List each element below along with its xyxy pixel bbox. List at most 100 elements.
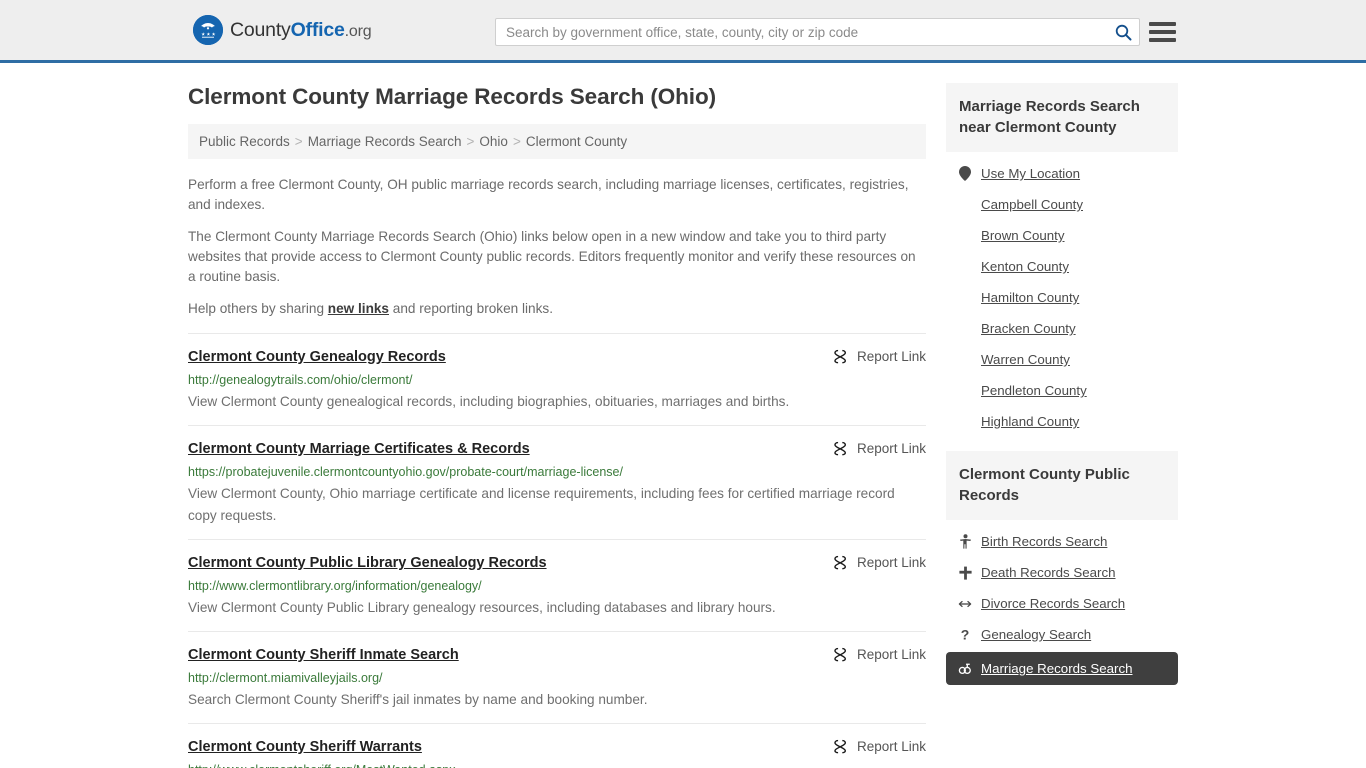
nearby-counties-card: Marriage Records Search near Clermont Co… [946, 83, 1178, 437]
hamburger-menu-icon[interactable] [1149, 19, 1176, 45]
sidebar-item-kenton-county[interactable]: Kenton County [946, 251, 1178, 282]
nearby-counties-title: Marriage Records Search near Clermont Co… [946, 83, 1178, 152]
report-link-label: Report Link [856, 441, 926, 456]
breadcrumb-item-clermont-county: Clermont County [525, 134, 628, 149]
sidebar-item-genealogy-search[interactable]: ? Genealogy Search [946, 619, 1178, 650]
result-description: View Clermont County Public Library gene… [188, 600, 776, 615]
intro-p3-before: Help others by sharing [188, 301, 328, 316]
sidebar-item-label: Birth Records Search [981, 534, 1108, 549]
sidebar-item-label: Brown County [981, 228, 1065, 243]
report-link-button[interactable]: Report Link [832, 645, 926, 663]
sidebar-item-divorce-records-search[interactable]: Divorce Records Search [946, 588, 1178, 619]
sidebar-item-label: Pendleton County [981, 383, 1087, 398]
cross-icon [958, 566, 972, 580]
result-item: Clermont County Sheriff Inmate Search Rep… [188, 631, 926, 723]
intro-paragraph-1: Perform a free Clermont County, OH publi… [188, 177, 909, 212]
sidebar-item-hamilton-county[interactable]: Hamilton County [946, 282, 1178, 313]
breadcrumb: Public Records > Marriage Records Search > O… [188, 124, 926, 159]
sidebar-item-label: Hamilton County [981, 290, 1080, 305]
result-title-link[interactable]: Clermont County Sheriff Warrants [188, 737, 422, 757]
result-title-link[interactable]: Clermont County Genealogy Records [188, 347, 446, 367]
breadcrumb-item-public-records[interactable]: Public Records [199, 134, 290, 149]
broken-link-icon [834, 441, 846, 456]
sidebar-item-brown-county[interactable]: Brown County [946, 220, 1178, 251]
sidebar-item-birth-records-search[interactable]: Birth Records Search [946, 526, 1178, 557]
eagle-logo-icon [193, 15, 223, 45]
intro-paragraph-2: The Clermont County Marriage Records Sea… [188, 229, 916, 284]
search-icon [1115, 24, 1131, 40]
menu-bar-1 [1149, 22, 1176, 26]
report-link-label: Report Link [856, 349, 926, 364]
menu-bar-3 [1149, 38, 1176, 42]
sidebar-item-pendleton-county[interactable]: Pendleton County [946, 375, 1178, 406]
intro-paragraph-3: Help others by sharing new links and rep… [188, 299, 926, 319]
public-records-card: Clermont County Public Records Birth Rec… [946, 451, 1178, 685]
sidebar-item-label: Use My Location [981, 166, 1081, 181]
result-description: View Clermont County, Ohio marriage cert… [188, 486, 895, 523]
sidebar-item-campbell-county[interactable]: Campbell County [946, 189, 1178, 220]
page-title: Clermont County Marriage Records Search … [188, 84, 716, 109]
sidebar-item-label: Kenton County [981, 259, 1069, 274]
baby-icon [959, 534, 971, 549]
sidebar-item-label: Campbell County [981, 197, 1083, 212]
question-mark-icon: ? [961, 627, 970, 642]
question-mark-icon: ? [958, 627, 972, 642]
breadcrumb-separator: > [466, 134, 475, 149]
sidebar-item-label: Bracken County [981, 321, 1076, 336]
sidebar-item-warren-county[interactable]: Warren County [946, 344, 1178, 375]
sidebar-item-label: Divorce Records Search [981, 596, 1126, 611]
intro-p3-after: and reporting broken links. [389, 301, 553, 316]
site-logo-text: CountyOffice.org [230, 19, 372, 42]
search-button[interactable] [1107, 19, 1139, 45]
result-url: http://www.clermontlibrary.org/informati… [188, 579, 482, 593]
double-arrow-icon [958, 598, 972, 610]
sidebar-item-use-my-location[interactable]: Use My Location [946, 158, 1178, 189]
sidebar-item-label: Death Records Search [981, 565, 1116, 580]
result-title-link[interactable]: Clermont County Sheriff Inmate Search [188, 645, 459, 665]
result-url: http://clermont.miamivalleyjails.org/ [188, 671, 383, 685]
report-link-button[interactable]: Report Link [832, 737, 926, 755]
report-link-button[interactable]: Report Link [832, 347, 926, 365]
search-input[interactable] [496, 19, 1107, 45]
result-item: Clermont County Marriage Certificates & … [188, 425, 926, 539]
result-header: Clermont County Marriage Certificates & … [188, 439, 926, 459]
sidebar-item-death-records-search[interactable]: Death Records Search [946, 557, 1178, 588]
site-logo[interactable]: CountyOffice.org [193, 15, 372, 45]
breadcrumb-item-ohio[interactable]: Ohio [479, 134, 508, 149]
result-title-link[interactable]: Clermont County Marriage Certificates & … [188, 439, 530, 459]
report-link-label: Report Link [856, 555, 926, 570]
sidebar-item-marriage-records-search[interactable]: Marriage Records Search [946, 652, 1178, 685]
sidebar: Marriage Records Search near Clermont Co… [946, 83, 1178, 768]
map-pin-icon [958, 166, 972, 181]
report-link-button[interactable]: Report Link [832, 439, 926, 457]
sidebar-item-bracken-county[interactable]: Bracken County [946, 313, 1178, 344]
report-link-label: Report Link [856, 647, 926, 662]
results-list: Clermont County Genealogy Records Report … [188, 333, 926, 768]
breadcrumb-separator: > [512, 134, 521, 149]
sidebar-item-label: Marriage Records Search [981, 661, 1133, 676]
broken-link-icon [834, 739, 846, 754]
result-header: Clermont County Sheriff Inmate Search Rep… [188, 645, 926, 665]
sidebar-item-label: Warren County [981, 352, 1070, 367]
result-header: Clermont County Public Library Genealogy… [188, 553, 926, 573]
search-bar[interactable] [495, 18, 1140, 46]
public-records-list: Birth Records Search Death Records Search… [946, 520, 1178, 685]
result-item: Clermont County Sheriff Warrants Report L… [188, 723, 926, 768]
gender-rings-icon [958, 663, 971, 674]
report-link-button[interactable]: Report Link [832, 553, 926, 571]
site-header: CountyOffice.org [0, 0, 1366, 63]
breadcrumb-item-marriage-records-search[interactable]: Marriage Records Search [308, 134, 462, 149]
result-description: View Clermont County genealogical record… [188, 394, 790, 409]
page-body: Clermont County Marriage Records Search … [0, 63, 1366, 768]
new-links-link[interactable]: new links [328, 301, 389, 316]
sidebar-item-highland-county[interactable]: Highland County [946, 406, 1178, 437]
result-url: http://genealogytrails.com/ohio/clermont… [188, 373, 413, 387]
baby-icon [958, 534, 972, 549]
result-title-link[interactable]: Clermont County Public Library Genealogy… [188, 553, 547, 573]
broken-link-icon [834, 647, 846, 662]
svg-text:?: ? [961, 627, 970, 642]
logo-text-org: .org [344, 22, 372, 40]
result-item: Clermont County Genealogy Records Report … [188, 333, 926, 425]
broken-link-icon [834, 555, 846, 570]
nearby-counties-list: Use My Location Campbell County Brown Coun… [946, 152, 1178, 437]
